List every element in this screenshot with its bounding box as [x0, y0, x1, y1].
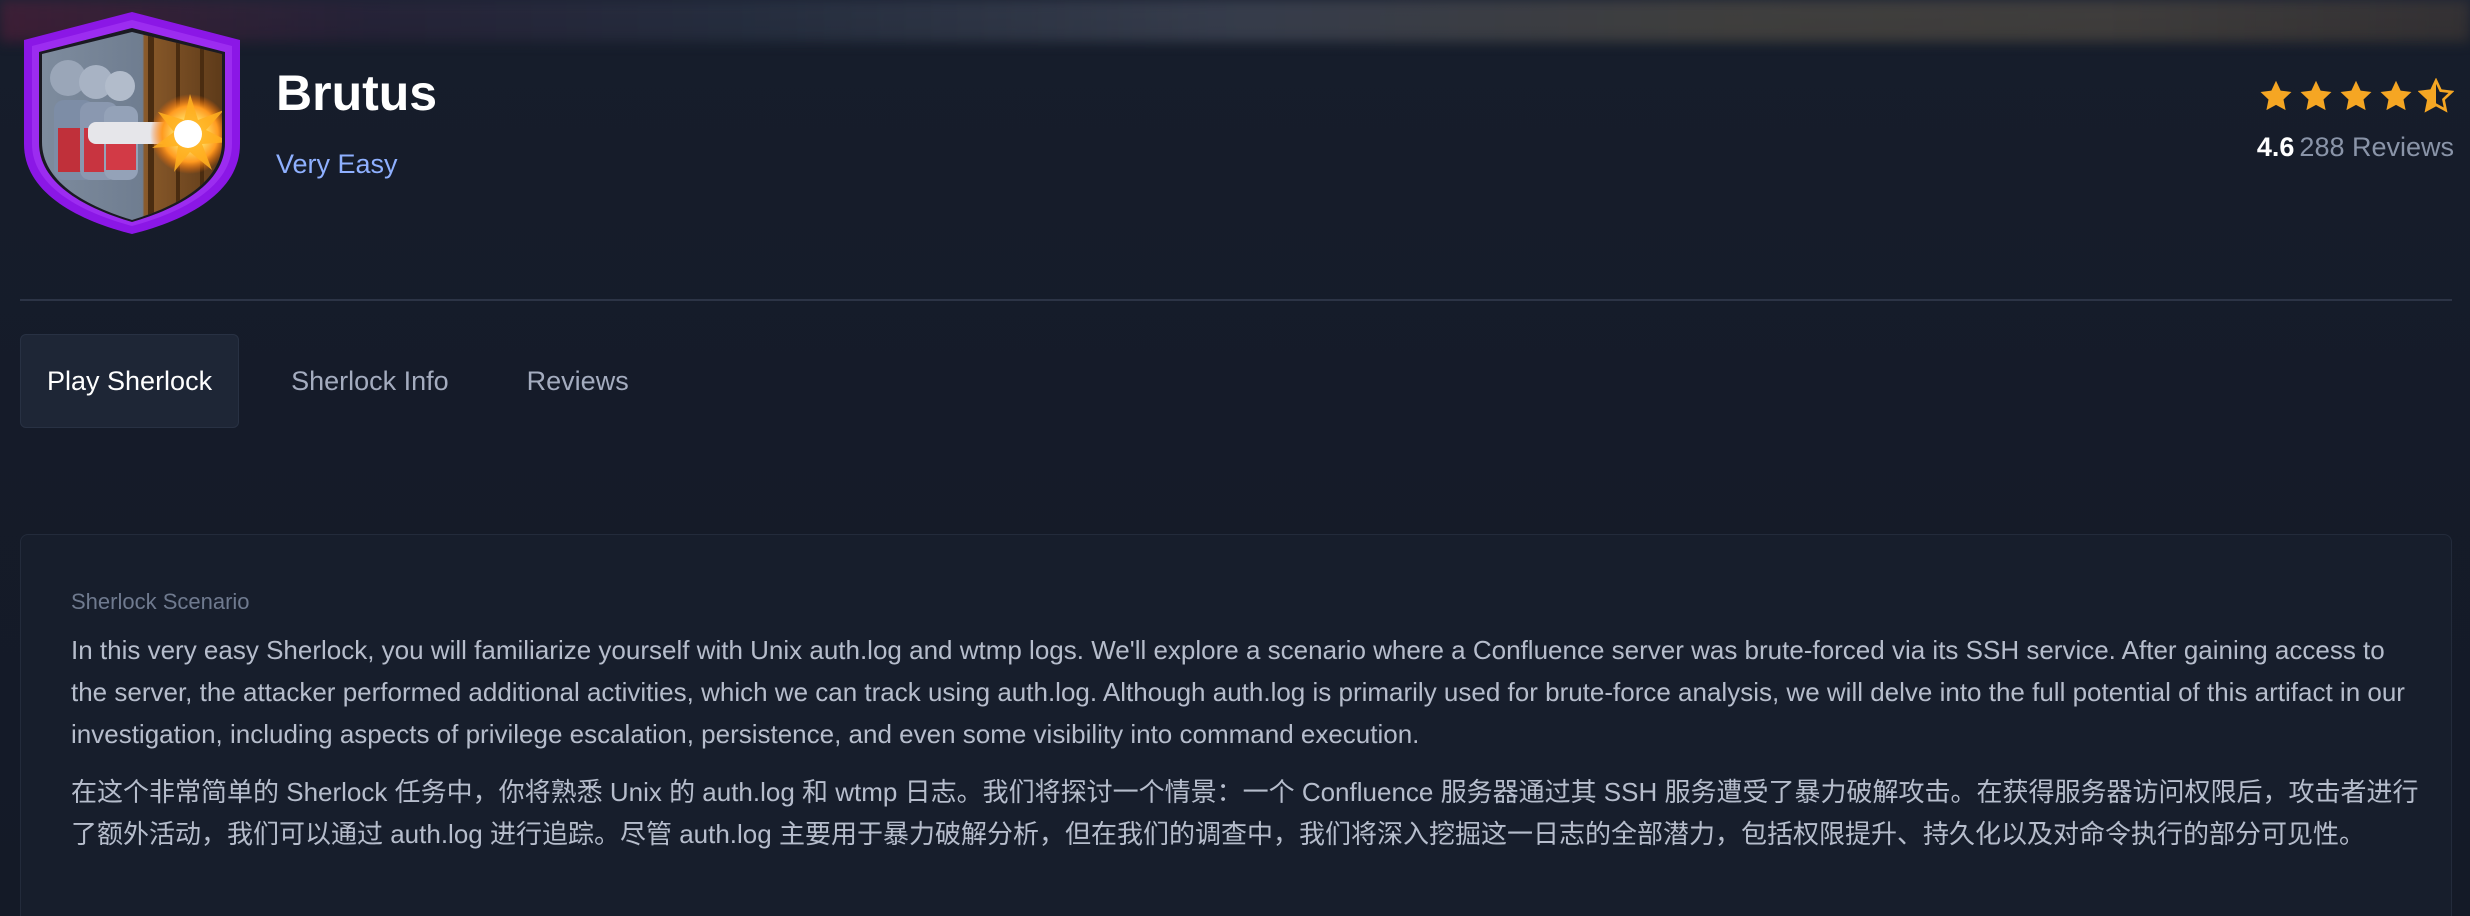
- star-full-icon: [2380, 80, 2412, 111]
- star-full-icon: [2260, 80, 2292, 111]
- star-rating: [2257, 78, 2454, 114]
- reviews-count[interactable]: 288 Reviews: [2299, 132, 2454, 162]
- sherlock-badge-icon: [18, 10, 246, 235]
- tab-reviews[interactable]: Reviews: [501, 334, 655, 428]
- scenario-label: Sherlock Scenario: [71, 589, 250, 614]
- rating-summary[interactable]: 4.6 288 Reviews: [2257, 78, 2454, 161]
- scenario-card: Sherlock Scenario In this very easy Sher…: [20, 534, 2452, 916]
- scenario-text-zh: 在这个非常简单的 Sherlock 任务中，你将熟悉 Unix 的 auth.l…: [71, 777, 2419, 849]
- star-half-icon: [2418, 78, 2454, 113]
- rating-line: 4.6 288 Reviews: [2257, 134, 2454, 161]
- tab-bar: Play Sherlock Sherlock Info Reviews: [20, 334, 681, 428]
- top-banner-glow: [0, 0, 2470, 42]
- tab-play-sherlock[interactable]: Play Sherlock: [20, 334, 240, 428]
- difficulty-label: Very Easy: [276, 149, 398, 179]
- rating-value: 4.6: [2256, 132, 2295, 162]
- star-full-icon: [2340, 80, 2372, 111]
- scenario-text-en: In this very easy Sherlock, you will fam…: [71, 635, 2405, 749]
- machine-title: Brutus: [276, 65, 438, 121]
- header-divider: [20, 299, 2452, 301]
- tab-sherlock-info[interactable]: Sherlock Info: [265, 334, 475, 428]
- star-full-icon: [2300, 80, 2332, 111]
- page: Brutus Very Easy 4.6 288 Reviews Play She…: [0, 0, 2470, 916]
